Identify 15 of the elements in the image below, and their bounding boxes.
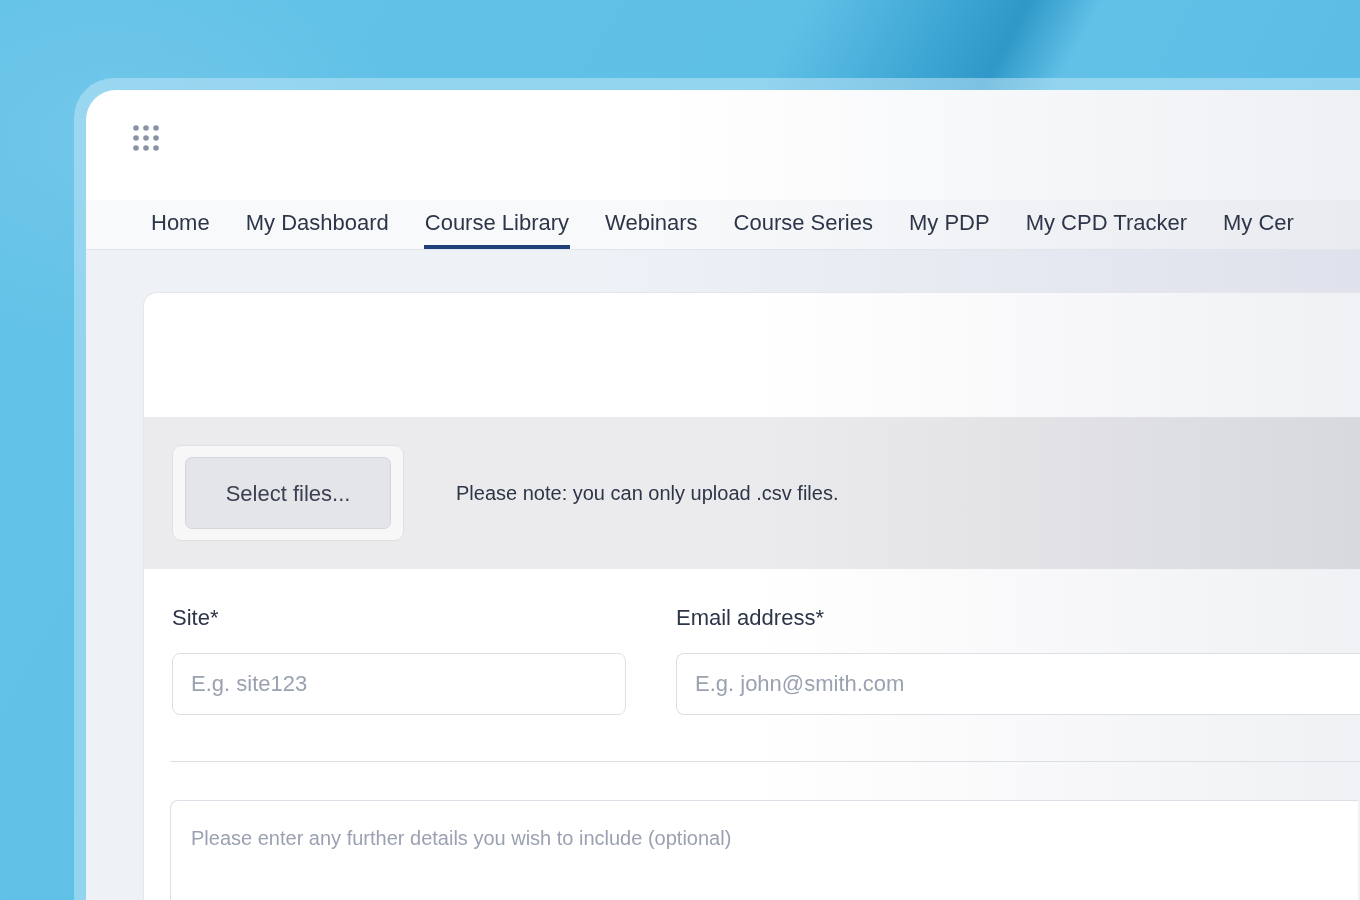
- nav-tab[interactable]: Webinars: [604, 200, 699, 249]
- field-label: Site*: [172, 604, 220, 632]
- input-field[interactable]: E.g. site123: [172, 653, 626, 715]
- nav-tab[interactable]: My CPD Tracker: [1024, 200, 1188, 249]
- nav-tab[interactable]: My Cer: [1222, 200, 1295, 249]
- nav-tab[interactable]: My PDP: [907, 200, 991, 249]
- dot-grid-menu-icon[interactable]: [133, 125, 159, 151]
- upload-note: Please note: you can only upload .csv files.: [456, 481, 839, 506]
- nav-tab[interactable]: My Dashboard: [244, 200, 390, 249]
- nav-tab[interactable]: Home: [150, 200, 211, 249]
- input-field[interactable]: E.g. john@smith.com: [676, 653, 1360, 715]
- field-label: Email address*: [676, 604, 825, 632]
- nav-tab[interactable]: Course Series: [732, 200, 874, 249]
- select-files-button[interactable]: Select files...: [185, 457, 391, 529]
- details-textarea[interactable]: Please enter any further details you wish to include (optional): [170, 800, 1358, 900]
